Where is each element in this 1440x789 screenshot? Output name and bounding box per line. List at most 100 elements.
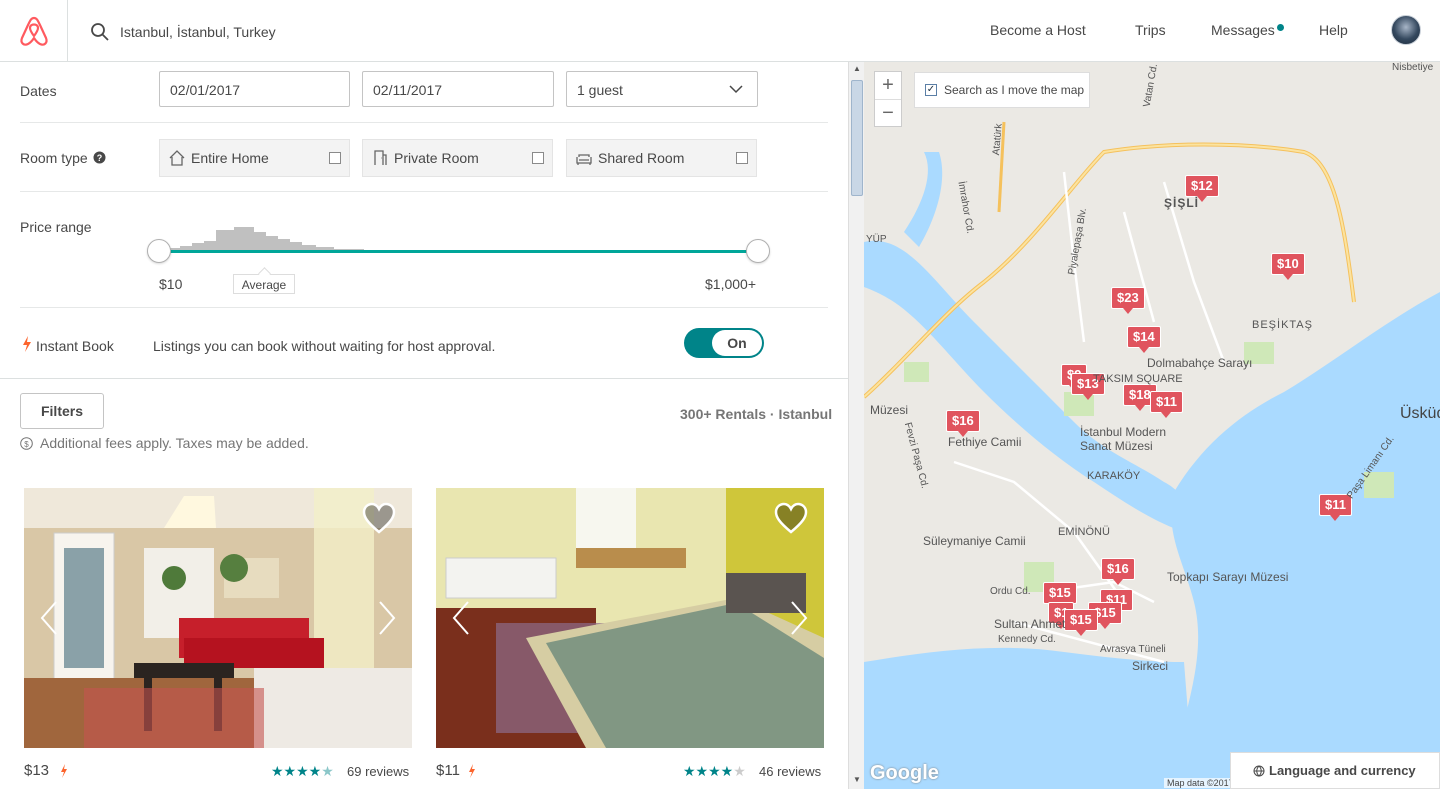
map-label: Fethiye Camii — [948, 435, 1022, 449]
globe-icon — [1253, 765, 1265, 777]
map-label: YÜP — [866, 234, 887, 245]
zoom-in-button[interactable]: + — [875, 72, 901, 100]
rating-stars: ★★★★★ — [271, 763, 334, 779]
price-min-label: $10 — [159, 276, 183, 292]
price-pin[interactable]: $11 — [1319, 494, 1352, 521]
heart-icon[interactable] — [774, 502, 808, 534]
unread-dot — [1277, 24, 1284, 31]
search-as-move-label: Search as I move the map — [944, 83, 1085, 97]
room-label: Private Room — [394, 150, 479, 166]
map-label: KARAKÖY — [1087, 470, 1141, 482]
price-pin[interactable]: $11 — [1150, 391, 1183, 418]
private-room-checkbox[interactable] — [532, 152, 544, 164]
left-panel-scrollbar[interactable]: ▲ ▼ — [848, 62, 864, 789]
couch-icon — [576, 154, 592, 165]
dollar-circle-icon: $ — [20, 437, 33, 450]
review-count[interactable]: 69 reviews — [347, 764, 409, 779]
price-pin[interactable]: $15 — [1043, 582, 1077, 609]
map-label: Üsküdar — [1400, 405, 1440, 422]
heart-icon[interactable] — [362, 502, 396, 534]
map-data-credit: Map data ©2017 — [1164, 778, 1237, 788]
listing-price: $13 — [24, 762, 50, 779]
language-currency-label: Language and currency — [1269, 763, 1416, 778]
scroll-thumb[interactable] — [851, 80, 863, 196]
nav-help[interactable]: Help — [1319, 22, 1348, 38]
search-icon — [91, 23, 109, 41]
help-icon[interactable]: ? — [93, 151, 106, 164]
price-pin[interactable]: $14 — [1127, 326, 1161, 353]
price-slider-track[interactable] — [159, 250, 758, 253]
lightning-icon — [23, 336, 31, 352]
living-room-photo — [24, 488, 412, 748]
results-count: 300+ Rentals · Istanbul — [680, 406, 833, 422]
map-label: Sultan Ahmet — [994, 617, 1066, 631]
lightning-icon — [61, 764, 67, 778]
divider — [20, 307, 828, 308]
zoom-out-button[interactable]: − — [875, 100, 901, 128]
average-price-tag: Average — [233, 274, 295, 294]
listing-card[interactable]: $11 ★★★★★ 46 reviews — [436, 488, 824, 779]
airbnb-logo-icon[interactable] — [0, 0, 68, 62]
entire-home-checkbox[interactable] — [329, 152, 341, 164]
price-pin[interactable]: $10 — [1271, 253, 1305, 280]
guests-select[interactable]: 1 guest — [566, 71, 758, 107]
chevron-down-icon — [729, 85, 743, 94]
chevron-left-icon[interactable] — [452, 600, 470, 636]
search-panel: Dates 02/01/2017 02/11/2017 1 guest Room… — [0, 62, 848, 789]
price-max-label: $1,000+ — [705, 276, 756, 292]
price-pin[interactable]: $16 — [1101, 558, 1135, 585]
room-shared-room[interactable]: Shared Room — [566, 139, 757, 177]
review-count[interactable]: 46 reviews — [759, 764, 821, 779]
search-as-move-toggle[interactable]: ✓ Search as I move the map — [914, 72, 1090, 108]
rating-stars: ★★★★★ — [683, 763, 746, 779]
room-private-room[interactable]: Private Room — [362, 139, 553, 177]
toggle-state: On — [712, 330, 762, 356]
svg-text:?: ? — [97, 153, 103, 163]
divider — [0, 378, 848, 379]
top-header: Istanbul, İstanbul, Turkey Become a Host… — [0, 0, 1440, 62]
checkout-input[interactable]: 02/11/2017 — [362, 71, 554, 107]
door-icon — [374, 150, 387, 165]
nav-trips[interactable]: Trips — [1135, 22, 1166, 38]
price-max-handle[interactable] — [746, 239, 770, 263]
price-min-handle[interactable] — [147, 239, 171, 263]
dates-label: Dates — [20, 83, 57, 99]
map-label: Topkapı Sarayı Müzesi — [1167, 570, 1289, 584]
chevron-right-icon[interactable] — [790, 600, 808, 636]
nav-become-host[interactable]: Become a Host — [990, 22, 1086, 38]
price-range-label: Price range — [20, 219, 92, 235]
avatar[interactable] — [1391, 15, 1421, 45]
price-pin[interactable]: $12 — [1185, 175, 1219, 202]
map-label: İstanbul Modern Sanat Müzesi — [1080, 425, 1167, 453]
scroll-up-icon[interactable]: ▲ — [851, 64, 863, 76]
instant-book-toggle[interactable]: On — [684, 328, 764, 358]
scroll-down-icon[interactable]: ▼ — [851, 775, 863, 787]
bedroom-photo — [436, 488, 824, 748]
map-label: Nisbetiye — [1392, 62, 1434, 73]
instant-book-label: Instant Book — [36, 338, 114, 354]
checkin-input[interactable]: 02/01/2017 — [159, 71, 350, 107]
checkbox-checked-icon[interactable]: ✓ — [925, 84, 937, 96]
chevron-right-icon[interactable] — [378, 600, 396, 636]
filters-button[interactable]: Filters — [20, 393, 104, 429]
room-entire-home[interactable]: Entire Home — [159, 139, 350, 177]
listing-photo[interactable] — [24, 488, 412, 748]
map-label: TAKSIM SQUARE — [1093, 373, 1183, 385]
search-input[interactable]: Istanbul, İstanbul, Turkey — [120, 24, 276, 40]
price-pin[interactable]: $16 — [946, 410, 980, 437]
map[interactable]: $12 $10 $23 $14 $9 $13 $18 $11 $16 $11 $… — [864, 62, 1440, 789]
room-type-label: Room type — [20, 150, 88, 166]
listing-photo[interactable] — [436, 488, 824, 748]
chevron-left-icon[interactable] — [40, 600, 58, 636]
google-logo: Google — [870, 762, 939, 784]
divider — [20, 122, 828, 123]
price-pin[interactable]: $15 — [1064, 609, 1098, 636]
instant-book-description: Listings you can book without waiting fo… — [153, 338, 496, 354]
zoom-control[interactable]: + − — [874, 71, 902, 127]
nav-messages[interactable]: Messages — [1211, 22, 1275, 38]
listing-card[interactable]: $13 ★★★★★ 69 reviews — [24, 488, 412, 779]
price-pin[interactable]: $23 — [1111, 287, 1145, 314]
shared-room-checkbox[interactable] — [736, 152, 748, 164]
price-histogram — [160, 222, 460, 252]
language-currency-button[interactable]: Language and currency — [1230, 752, 1440, 789]
